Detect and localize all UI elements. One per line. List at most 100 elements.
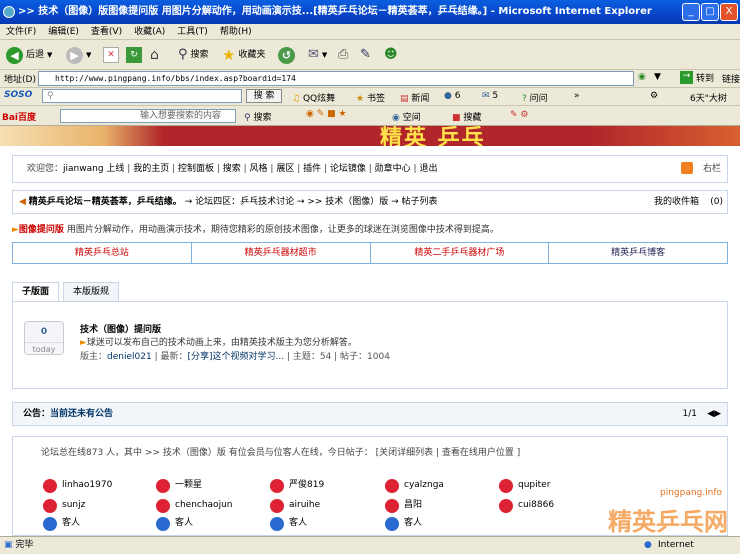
soso-settings-icon[interactable]: ⚙	[650, 91, 658, 101]
online-user[interactable]: 一颗星	[156, 478, 202, 493]
baidu-space[interactable]: ◉ 空间	[392, 110, 421, 123]
back-button[interactable]: ◀ 后退 ▼	[6, 45, 52, 65]
nav-style[interactable]: 风格	[250, 164, 268, 174]
nav-control-panel[interactable]: 控制面板	[178, 164, 214, 174]
address-input[interactable]: http://www.pingpang.info/bbs/index.asp?b…	[38, 71, 634, 86]
quick-links: 精英乒乓总站 精英乒乓器材超市 精英二手乒乓器材广场 精英乒乓博客	[12, 242, 728, 264]
menu-file[interactable]: 文件(F)	[0, 24, 42, 40]
history-button[interactable]: ↺	[278, 45, 295, 65]
stop-button[interactable]: ✕	[103, 45, 119, 65]
favorites-button[interactable]: ★ 收藏夹	[222, 45, 265, 65]
guest-icon	[43, 516, 57, 531]
nav-logout[interactable]: 退出	[419, 164, 437, 174]
music-icon: ♫	[292, 94, 301, 104]
soso-item-qqdance[interactable]: ♫ QQ炫舞	[292, 91, 335, 104]
nav-homepage[interactable]: 我的主页	[133, 164, 169, 174]
forward-button[interactable]: ▶ ▼	[66, 45, 91, 65]
soso-toolbar: SOSO ⚲ 搜 索 ♫ QQ炫舞 ★ 书签 ▤ 新闻 ● 6 ✉ 5 ? 问问…	[0, 88, 740, 106]
soso-search-button[interactable]: 搜 索	[246, 89, 282, 103]
nav-search[interactable]: 搜索	[223, 164, 241, 174]
baidu-search-button[interactable]: ⚲ 搜索	[244, 110, 271, 123]
breadcrumb-site[interactable]: 精英乒乓论坛－精英荟萃，乒乓结缘。	[29, 197, 182, 207]
go-button[interactable]: → 转到	[680, 71, 714, 84]
online-user[interactable]: 严俊819	[270, 478, 324, 493]
inbox-link[interactable]: 我的收件箱	[654, 191, 699, 213]
nav-mirror[interactable]: 论坛镜像	[330, 164, 366, 174]
soso-item-wenwen[interactable]: ? 问问	[522, 91, 548, 104]
user-nav-bar: 欢迎您：jianwang 上线 | 我的主页 | 控制面板 | 搜索 | 风格 …	[12, 155, 728, 183]
rss-icon[interactable]	[681, 162, 693, 174]
home-button[interactable]: ⌂	[150, 45, 159, 65]
baidu-collect[interactable]: ■ 搜藏	[452, 110, 481, 123]
online-user[interactable]: qupiter	[499, 478, 550, 493]
dropdown-arrow-icon: ▼	[47, 51, 53, 59]
breadcrumb-path[interactable]: → 论坛四区：乒乓技术讨论 → >> 技术（图像）版 → 帖子列表	[185, 197, 438, 207]
nav-medals[interactable]: 勋章中心	[375, 164, 411, 174]
page-icon: ▣	[4, 540, 13, 550]
soso-item-bookmarks[interactable]: ★ 书签	[356, 91, 385, 104]
soso-item-news[interactable]: ▤ 新闻	[400, 91, 429, 104]
baidu-search-input[interactable]: 输入想要搜索的内容	[60, 109, 236, 123]
soso-item-6[interactable]: ● 6	[444, 91, 460, 101]
feed-icon[interactable]: ◉	[638, 72, 646, 82]
close-button[interactable]: X	[720, 3, 738, 21]
online-user[interactable]: sunjz	[43, 498, 85, 513]
baidu-extra-icons[interactable]: ✎ ⚙	[510, 110, 528, 120]
refresh-button[interactable]: ↻	[126, 45, 142, 65]
mail-button[interactable]: ✉ ▼	[308, 45, 327, 65]
nav-gallery[interactable]: 展区	[276, 164, 294, 174]
soso-more[interactable]: »	[574, 91, 580, 101]
baidu-toolbar: Bai百度 输入想要搜索的内容 ⚲ 搜索 ◉ ✎ ■ ★ ◉ 空间 ■ 搜藏 ✎…	[0, 106, 740, 126]
soso-search-input[interactable]: ⚲	[42, 89, 242, 103]
link-second-hand[interactable]: 精英二手乒乓器材广场	[371, 243, 550, 263]
maximize-button[interactable]: □	[701, 3, 719, 21]
moderator-link[interactable]: deniel021	[107, 352, 152, 362]
subforum-title[interactable]: 技术（图像）提问版	[80, 322, 161, 335]
subforum-meta: 版主：deniel021 | 最新：[分享]这个视频对学习... | 主题：54…	[80, 352, 390, 362]
baidu-tool-icons[interactable]: ◉ ✎ ■ ★	[306, 109, 347, 119]
menu-favorites[interactable]: 收藏(A)	[128, 24, 171, 40]
tab-subforum[interactable]: 子版面	[12, 282, 60, 303]
link-equipment-store[interactable]: 精英乒乓器材超市	[192, 243, 371, 263]
messenger-button[interactable]: ☻	[384, 45, 398, 65]
online-user[interactable]: cui8866	[499, 498, 554, 513]
nav-plugins[interactable]: 插件	[303, 164, 321, 174]
online-guest[interactable]: 客人	[270, 516, 307, 531]
right-panel-toggle[interactable]: 右栏	[703, 156, 721, 182]
guest-icon	[270, 516, 284, 531]
soso-item-mail[interactable]: ✉ 5	[482, 91, 498, 101]
messenger-icon: ☻	[384, 47, 398, 62]
search-icon: ⚲	[244, 113, 251, 123]
menu-edit[interactable]: 编辑(E)	[42, 24, 85, 40]
username-link[interactable]: jianwang	[63, 164, 104, 174]
home-icon: ⌂	[150, 47, 159, 63]
nav-online[interactable]: 上线	[106, 164, 124, 174]
mail-icon: ✉	[308, 47, 319, 62]
online-user[interactable]: chenchaojun	[156, 498, 232, 513]
window-title-bar: >> 技术（图像）版图像提问版 用图片分解动作，用动画演示技...[精英乒乓论坛…	[0, 0, 740, 24]
menu-help[interactable]: 帮助(H)	[214, 24, 258, 40]
mail-icon: ✉	[482, 91, 490, 101]
search-button[interactable]: ⚲ 搜索	[178, 45, 209, 65]
online-guest[interactable]: 客人	[385, 516, 422, 531]
online-user[interactable]: cyalznga	[385, 478, 444, 493]
online-user[interactable]: linhao1970	[43, 478, 112, 493]
edit-icon: ✎	[360, 47, 371, 62]
online-guest[interactable]: 客人	[156, 516, 193, 531]
menu-view[interactable]: 查看(V)	[85, 24, 128, 40]
link-main-site[interactable]: 精英乒乓总站	[13, 243, 192, 263]
latest-post-link[interactable]: [分享]这个视频对学习...	[187, 352, 284, 362]
online-user[interactable]: airuihe	[270, 498, 320, 513]
links-label[interactable]: 链接	[722, 72, 740, 85]
online-guest[interactable]: 客人	[43, 516, 80, 531]
address-bar: 地址(D) http://www.pingpang.info/bbs/index…	[0, 70, 740, 88]
page-nav-arrows-icon[interactable]: ◀▶	[707, 403, 721, 425]
dropdown-arrow-icon[interactable]: ▼	[654, 72, 661, 82]
tab-rules[interactable]: 本版版规	[63, 282, 120, 302]
minimize-button[interactable]: _	[682, 3, 700, 21]
print-button[interactable]: ⎙	[338, 45, 348, 65]
online-user[interactable]: 昌阳	[385, 498, 422, 513]
edit-button[interactable]: ✎	[360, 45, 371, 65]
link-blog[interactable]: 精英乒乓博客	[549, 243, 727, 263]
menu-tools[interactable]: 工具(T)	[171, 24, 214, 40]
